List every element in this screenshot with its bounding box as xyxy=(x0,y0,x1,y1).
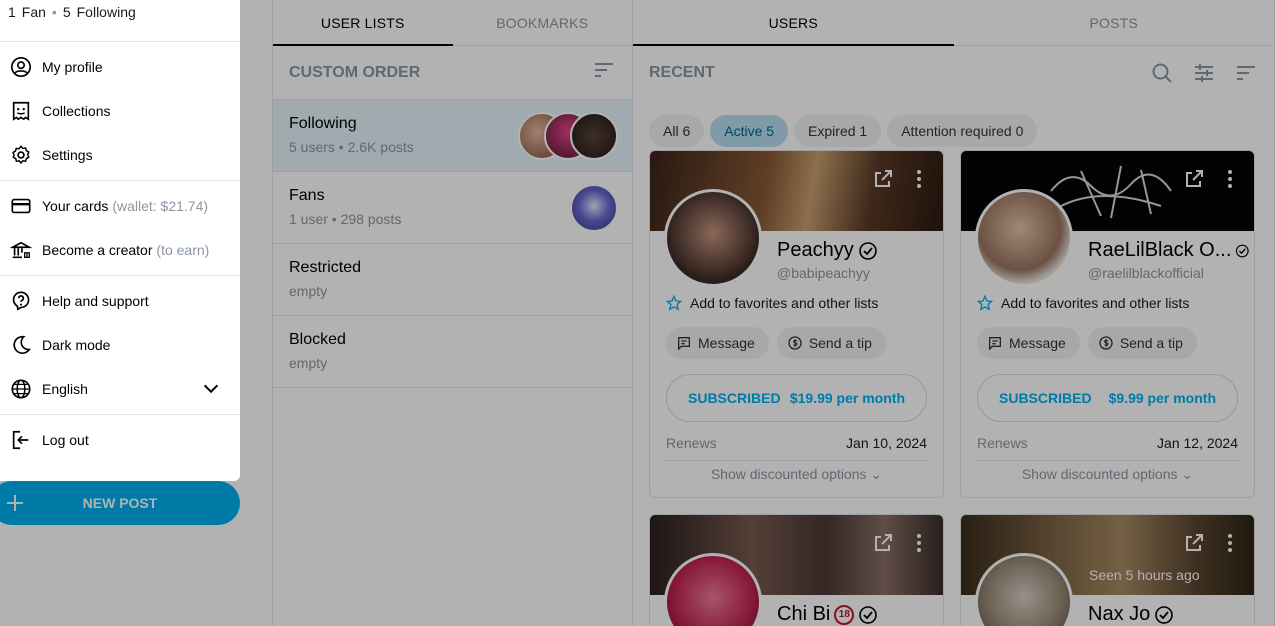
menu-item-dark-mode[interactable]: Dark mode xyxy=(0,323,240,367)
menu-item-label: Help and support xyxy=(42,293,149,309)
menu-item-label: Log out xyxy=(42,432,89,448)
menu-group-preferences: Help and support Dark mode English xyxy=(0,276,240,415)
logout-icon xyxy=(12,430,29,450)
fans-count: 1 xyxy=(8,4,16,20)
following-count: 5 xyxy=(62,4,71,20)
menu-item-label: Your cards xyxy=(42,198,109,214)
collections-icon xyxy=(12,101,30,121)
wallet-balance: (wallet: $21.74) xyxy=(112,198,209,214)
menu-item-settings[interactable]: Settings xyxy=(0,133,240,177)
menu-item-label: Settings xyxy=(42,147,93,163)
chevron-down-icon xyxy=(203,384,219,394)
menu-item-label: My profile xyxy=(42,59,103,75)
menu-item-your-cards[interactable]: Your cards (wallet: $21.74) xyxy=(0,184,240,228)
menu-item-label: Collections xyxy=(42,103,111,119)
menu-item-become-creator[interactable]: Become a creator (to earn) xyxy=(0,228,240,272)
fans-label[interactable]: Fan xyxy=(22,4,46,37)
user-menu: 1 Fan • 5 Following My profile Collectio… xyxy=(0,0,240,481)
fans-following-stats: 1 Fan • 5 Following xyxy=(0,0,240,42)
menu-item-my-profile[interactable]: My profile xyxy=(0,45,240,89)
menu-group-payments: Your cards (wallet: $21.74) Become a cre… xyxy=(0,181,240,276)
menu-item-collections[interactable]: Collections xyxy=(0,89,240,133)
globe-icon xyxy=(11,379,31,399)
help-icon xyxy=(12,291,30,311)
menu-item-help[interactable]: Help and support xyxy=(0,279,240,323)
to-earn-note: (to earn) xyxy=(156,242,210,258)
menu-item-label: English xyxy=(42,381,88,397)
menu-item-log-out[interactable]: Log out xyxy=(0,418,240,462)
menu-item-label: Dark mode xyxy=(42,337,111,353)
menu-item-label: Become a creator xyxy=(42,242,153,258)
menu-group-logout: Log out xyxy=(0,415,240,465)
menu-item-language[interactable]: English xyxy=(0,367,240,411)
gear-icon xyxy=(12,145,30,165)
following-label[interactable]: Following xyxy=(77,4,136,37)
profile-icon xyxy=(11,57,31,77)
menu-group-profile: My profile Collections Settings xyxy=(0,42,240,181)
moon-icon xyxy=(13,335,31,354)
bank-icon xyxy=(10,241,32,259)
credit-card-icon xyxy=(11,198,31,214)
